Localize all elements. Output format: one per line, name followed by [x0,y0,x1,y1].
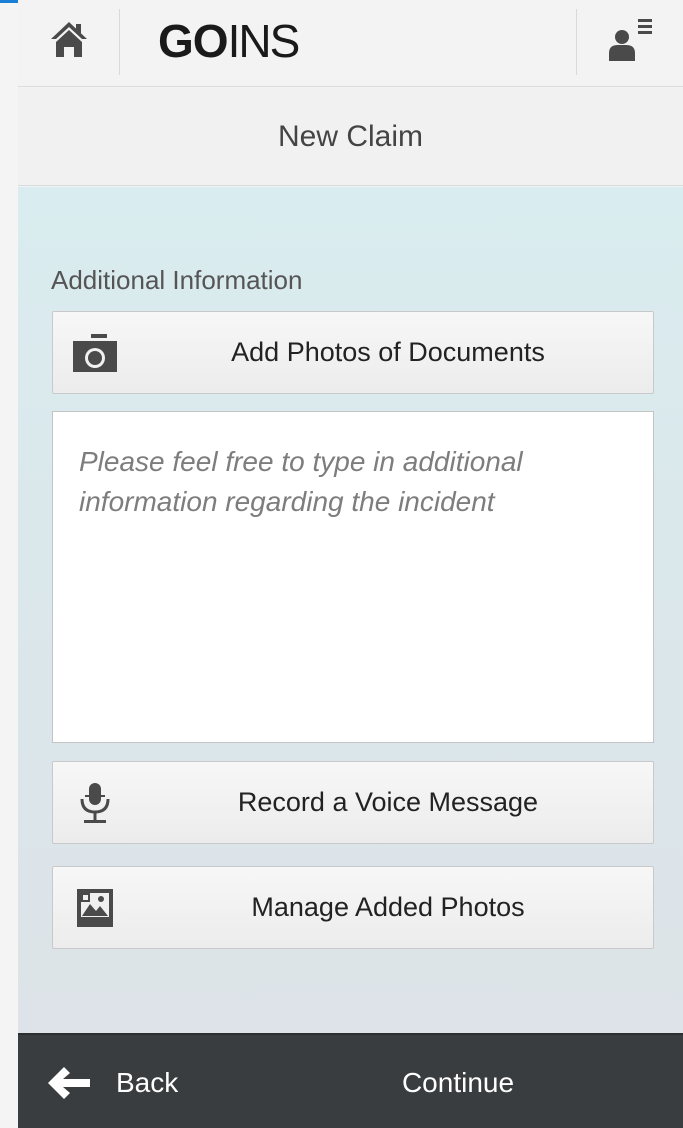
page-title: New Claim [277,119,424,153]
page-title-bar: New Claim [18,88,683,186]
profile-menu-button[interactable] [578,3,683,75]
logo-light-text: INS [227,15,301,67]
continue-button[interactable]: Continue [318,1035,598,1128]
camera-icon [67,312,123,393]
claim-form: Additional Information Add Photos of Doc… [18,187,683,1033]
manage-photos-label: Manage Added Photos [251,892,525,922]
record-voice-label: Record a Voice Message [237,787,539,817]
section-label: Additional Information [51,265,303,295]
additional-info-textarea[interactable] [52,411,654,743]
continue-label: Continue [401,1066,515,1098]
home-icon [50,22,87,57]
back-label: Back [116,1066,179,1098]
user-menu-icon [608,19,652,61]
home-button[interactable] [18,3,119,75]
app-logo: GO INS [158,15,301,67]
header-divider-left [119,9,120,75]
add-photos-button[interactable]: Add Photos of Documents [52,311,654,394]
record-voice-button[interactable]: Record a Voice Message [52,761,654,844]
arrow-left-icon [48,1066,90,1099]
back-button[interactable]: Back [18,1035,268,1128]
add-photos-label: Add Photos of Documents [231,337,545,367]
header-divider-right [576,9,577,75]
app-header: GO INS [18,3,683,87]
logo-bold-text: GO [158,15,229,67]
microphone-icon [67,762,123,843]
manage-photos-button[interactable]: Manage Added Photos [52,866,654,949]
photo-gallery-icon [67,867,123,948]
app-screen: GOINS New Claim Additional Information [18,0,683,1128]
footer-nav: Back Continue [18,1033,683,1128]
